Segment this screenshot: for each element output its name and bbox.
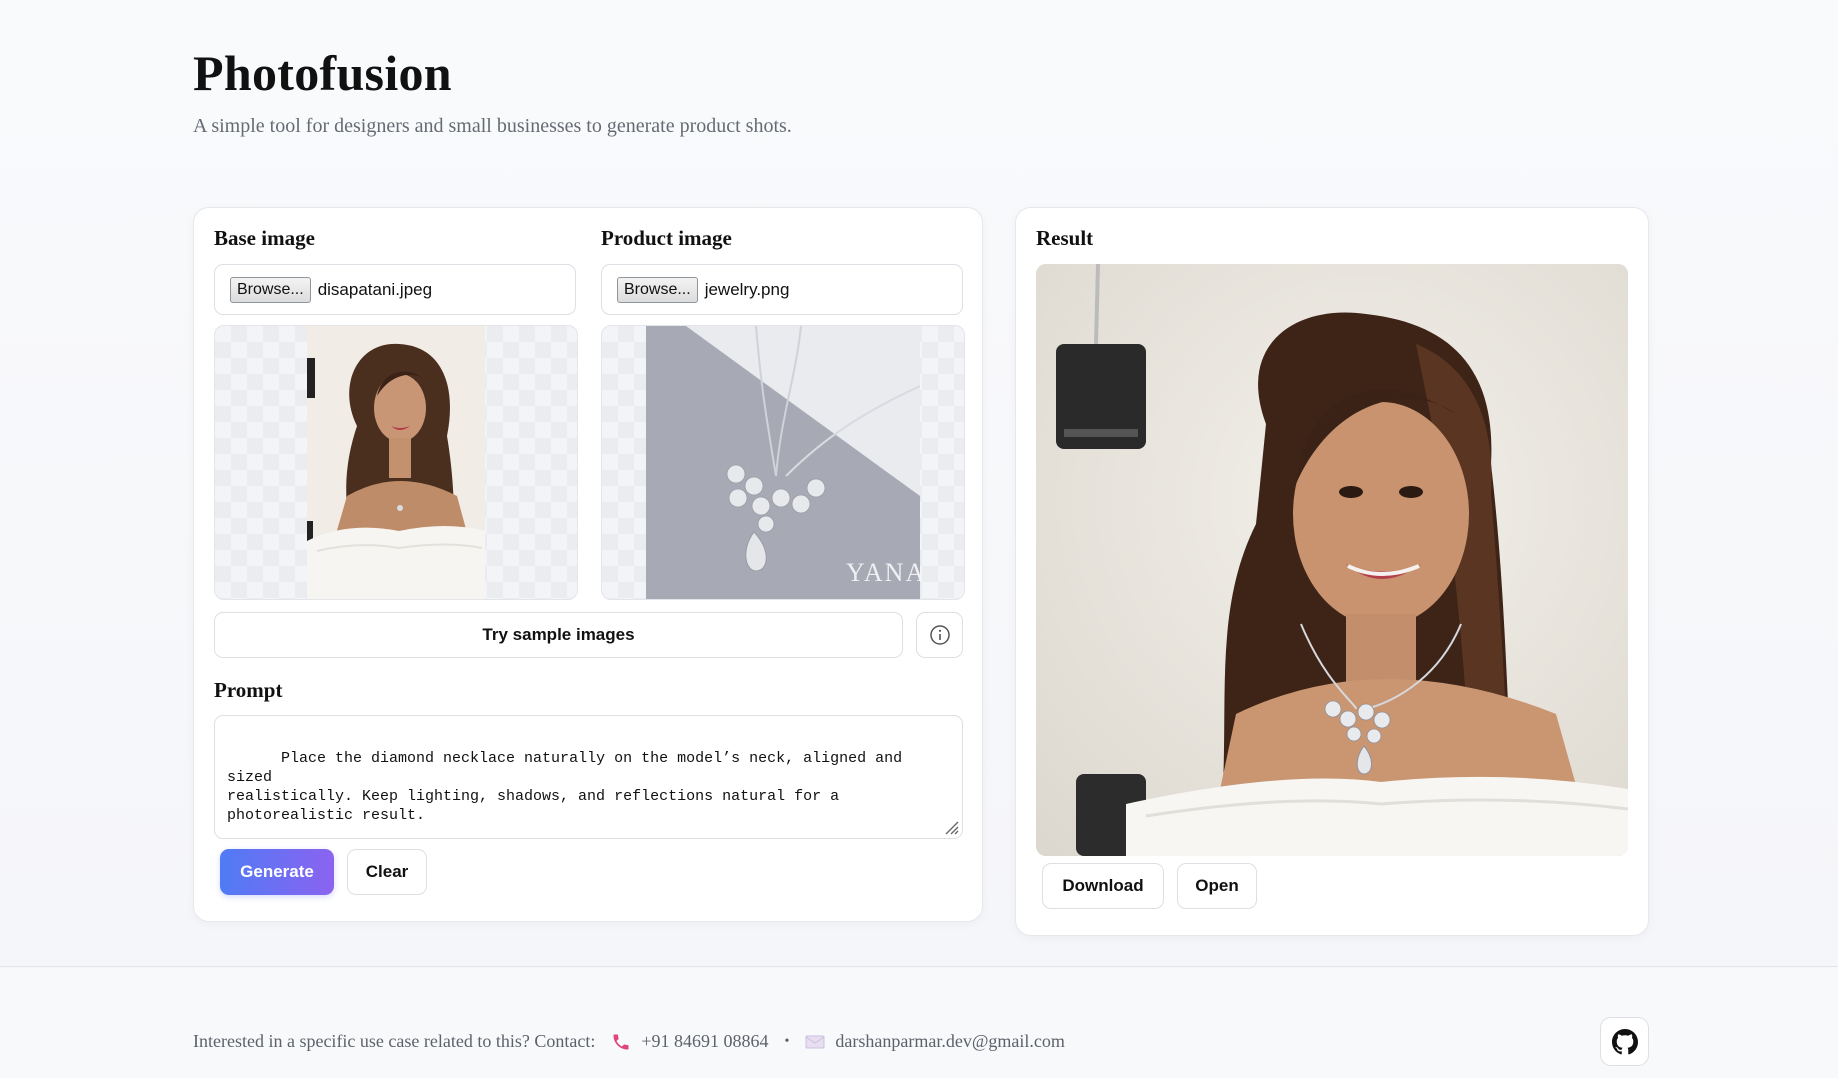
footer-separator: • bbox=[784, 1033, 790, 1049]
email-contact[interactable]: darshanparmar.dev@gmail.com bbox=[805, 1031, 1065, 1052]
base-filename: disapatani.jpeg bbox=[317, 279, 433, 299]
page-title: Photofusion bbox=[193, 45, 452, 101]
email-address: darshanparmar.dev@gmail.com bbox=[835, 1031, 1065, 1051]
github-button[interactable] bbox=[1600, 1017, 1649, 1066]
base-image-preview bbox=[214, 325, 578, 600]
footer-divider bbox=[0, 966, 1838, 967]
phone-icon bbox=[613, 1034, 629, 1049]
phone-contact[interactable]: +91 84691 08864 bbox=[611, 1031, 769, 1052]
info-button[interactable] bbox=[916, 612, 963, 658]
result-image bbox=[1036, 264, 1628, 856]
footer: Interested in a specific use case relate… bbox=[193, 1031, 1065, 1052]
prompt-textarea[interactable]: Place the diamond necklace naturally on … bbox=[214, 715, 963, 839]
prompt-label: Prompt bbox=[214, 678, 283, 702]
product-image-label: Product image bbox=[601, 226, 732, 250]
product-image-file-input[interactable]: Browse... jewelry.png bbox=[601, 264, 963, 315]
product-browse-button[interactable]: Browse... bbox=[617, 276, 698, 303]
necklace-photo: YANA bbox=[646, 326, 920, 599]
yana-watermark: YANA bbox=[846, 558, 920, 587]
page-subtitle: A simple tool for designers and small bu… bbox=[193, 115, 792, 137]
base-image-file-input[interactable]: Browse... disapatani.jpeg bbox=[214, 264, 576, 315]
resize-grip-icon[interactable] bbox=[943, 819, 959, 835]
product-image-preview: YANA bbox=[601, 325, 965, 600]
contact-text: Interested in a specific use case relate… bbox=[193, 1031, 596, 1051]
base-browse-button[interactable]: Browse... bbox=[230, 276, 311, 303]
info-icon bbox=[929, 625, 950, 645]
open-button[interactable]: Open bbox=[1177, 863, 1257, 909]
input-panel: Base image Product image Browse... disap… bbox=[193, 207, 983, 922]
try-sample-images-button[interactable]: Try sample images bbox=[214, 612, 903, 658]
result-panel: Result Download Open bbox=[1015, 207, 1649, 936]
prompt-text: Place the diamond necklace naturally on … bbox=[227, 750, 903, 824]
download-button[interactable]: Download bbox=[1042, 863, 1164, 909]
product-filename: jewelry.png bbox=[704, 279, 790, 299]
result-photo bbox=[1036, 264, 1628, 856]
model-photo bbox=[307, 326, 485, 599]
envelope-icon bbox=[805, 1035, 825, 1048]
base-image-label: Base image bbox=[214, 226, 315, 250]
github-icon bbox=[1611, 1028, 1638, 1054]
clear-button[interactable]: Clear bbox=[347, 849, 427, 895]
generate-button[interactable]: Generate bbox=[220, 849, 334, 895]
phone-number: +91 84691 08864 bbox=[641, 1031, 769, 1051]
result-label: Result bbox=[1036, 226, 1094, 250]
